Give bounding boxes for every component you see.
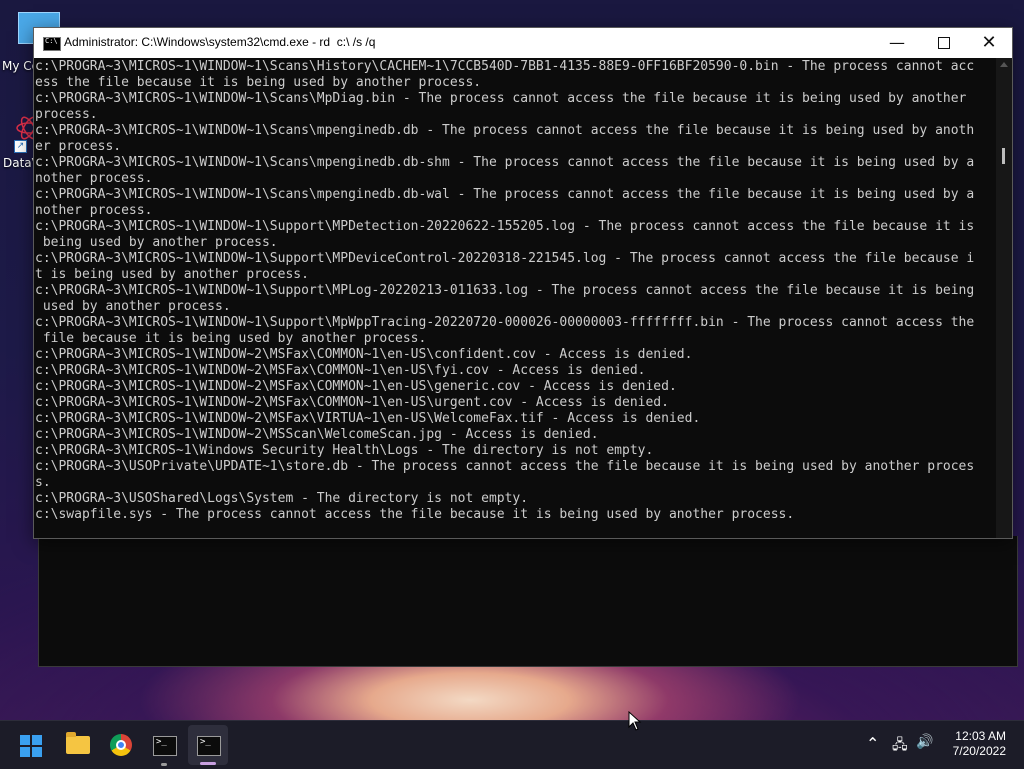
console-line: c:\PROGRA~3\MICROS~1\WINDOW~2\MSFax\COMM…: [35, 363, 646, 378]
clock[interactable]: 12:03 AM 7/20/2022: [953, 729, 1006, 759]
console-line: c:\PROGRA~3\MICROS~1\WINDOW~1\Scans\mpen…: [35, 187, 975, 202]
scroll-thumb[interactable]: [1002, 148, 1005, 164]
console-line: c:\PROGRA~3\MICROS~1\WINDOW~1\Scans\mpen…: [35, 155, 975, 170]
console-line: c:\PROGRA~3\USOPrivate\UPDATE~1\store.db…: [35, 459, 975, 474]
console-line: c:\PROGRA~3\MICROS~1\WINDOW~2\MSFax\COMM…: [35, 379, 677, 394]
console-line: c:\swapfile.sys - The process cannot acc…: [35, 507, 795, 522]
taskbar-running-indicator: [161, 763, 167, 766]
console-line: c:\PROGRA~3\MICROS~1\WINDOW~1\Scans\mpen…: [35, 123, 975, 138]
mouse-cursor-icon: [628, 711, 642, 731]
maximize-button[interactable]: [920, 28, 966, 58]
console-line: c:\PROGRA~3\MICROS~1\Windows Security He…: [35, 443, 654, 458]
console-line: c:\PROGRA~3\MICROS~1\WINDOW~1\Support\MP…: [35, 283, 975, 298]
console-line: c:\PROGRA~3\MICROS~1\WINDOW~1\Support\MP…: [35, 219, 975, 234]
console-line: ess the file because it is being used by…: [35, 75, 482, 90]
console-line: c:\PROGRA~3\MICROS~1\WINDOW~2\MSScan\Wel…: [35, 427, 599, 442]
taskbar: ⌃ 🖧 🔊 12:03 AM 7/20/2022: [0, 720, 1024, 769]
console-line: c:\PROGRA~3\MICROS~1\WINDOW~1\Support\MP…: [35, 251, 975, 266]
console-line: c:\PROGRA~3\MICROS~1\WINDOW~1\Scans\Hist…: [35, 59, 975, 74]
console-line: used by another process.: [35, 299, 231, 314]
console-line: t is being used by another process.: [35, 267, 309, 282]
network-icon[interactable]: 🖧: [892, 734, 908, 758]
console-line: c:\PROGRA~3\MICROS~1\WINDOW~1\Support\Mp…: [35, 315, 975, 330]
taskbar-item-cmd-active[interactable]: [188, 725, 228, 765]
file-explorer-icon[interactable]: [66, 732, 90, 754]
taskbar-active-indicator: [200, 762, 216, 765]
console-line: nother process.: [35, 203, 153, 218]
cmd-taskbar-icon: [197, 736, 221, 756]
background-console-window[interactable]: [38, 536, 1018, 667]
console-line: c:\PROGRA~3\MICROS~1\WINDOW~2\MSFax\COMM…: [35, 347, 693, 362]
console-line: c:\PROGRA~3\MICROS~1\WINDOW~2\MSFax\COMM…: [35, 395, 669, 410]
console-line: being used by another process.: [35, 235, 278, 250]
terminal-icon[interactable]: [153, 736, 177, 756]
console-line: er process.: [35, 139, 122, 154]
console-line: c:\PROGRA~3\MICROS~1\WINDOW~1\Scans\MpDi…: [35, 91, 967, 106]
console-line: process.: [35, 107, 98, 122]
console-line: file because it is being used by another…: [35, 331, 427, 346]
console-line: s.: [35, 475, 51, 490]
console-line: nother process.: [35, 171, 153, 186]
maximize-icon: [938, 37, 950, 49]
scroll-up-icon[interactable]: [1000, 62, 1008, 67]
cmd-window[interactable]: Administrator: C:\Windows\system32\cmd.e…: [33, 27, 1013, 539]
chrome-icon[interactable]: [110, 734, 132, 756]
minimize-button[interactable]: —: [874, 28, 920, 58]
cmd-icon: [43, 37, 61, 51]
console-line: c:\PROGRA~3\MICROS~1\WINDOW~2\MSFax\VIRT…: [35, 411, 701, 426]
window-title: Administrator: C:\Windows\system32\cmd.e…: [64, 35, 376, 49]
shortcut-arrow-icon: ↗: [14, 140, 27, 153]
console-output[interactable]: c:\PROGRA~3\MICROS~1\WINDOW~1\Scans\Hist…: [34, 58, 996, 538]
vertical-scrollbar[interactable]: [996, 58, 1012, 538]
console-line: c:\PROGRA~3\USOShared\Logs\System - The …: [35, 491, 529, 506]
clock-time: 12:03 AM: [955, 729, 1006, 743]
console-lines: c:\PROGRA~3\MICROS~1\WINDOW~1\Scans\Hist…: [35, 59, 974, 523]
start-button[interactable]: [20, 735, 42, 757]
tray-chevron-icon[interactable]: ⌃: [866, 734, 879, 753]
clock-date: 7/20/2022: [952, 744, 1006, 758]
close-button[interactable]: ✕: [966, 28, 1012, 58]
title-bar[interactable]: Administrator: C:\Windows\system32\cmd.e…: [34, 28, 1012, 58]
volume-icon[interactable]: 🔊: [916, 734, 933, 750]
